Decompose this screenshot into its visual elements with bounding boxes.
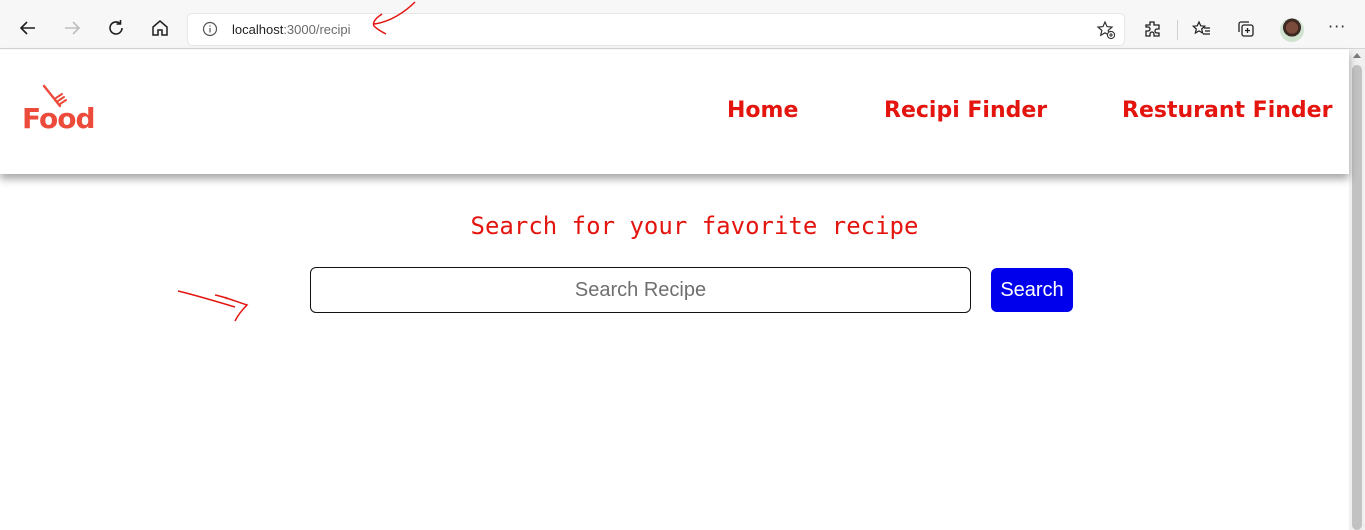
nav-home[interactable]: Home xyxy=(727,98,798,123)
annotation-arrow-input xyxy=(177,290,249,322)
info-icon[interactable] xyxy=(202,21,218,37)
forward-icon[interactable] xyxy=(58,14,86,42)
toolbar-divider xyxy=(1177,20,1178,40)
search-input[interactable] xyxy=(310,267,971,313)
nav-resturant-finder[interactable]: Resturant Finder xyxy=(1122,98,1332,123)
page-scrollbar[interactable] xyxy=(1349,49,1365,530)
address-bar[interactable]: localhost:3000/recipi xyxy=(188,14,1124,45)
back-icon[interactable] xyxy=(14,14,42,42)
scroll-thumb[interactable] xyxy=(1352,65,1362,530)
home-icon[interactable] xyxy=(146,14,174,42)
scroll-up-icon[interactable] xyxy=(1353,53,1361,58)
logo[interactable]: Food xyxy=(22,84,102,139)
more-icon[interactable]: ··· xyxy=(1328,17,1346,36)
search-button[interactable]: Search xyxy=(991,268,1073,312)
logo-text: Food xyxy=(22,102,96,135)
page-heading: Search for your favorite recipe xyxy=(470,212,919,240)
url-host: localhost xyxy=(232,22,284,37)
url-path: :3000/recipi xyxy=(283,22,351,37)
browser-toolbar: localhost:3000/recipi ··· xyxy=(0,0,1365,49)
favorite-add-icon[interactable] xyxy=(1096,20,1116,40)
app-header: Food Home Recipi Finder Resturant Finder xyxy=(0,50,1349,174)
refresh-icon[interactable] xyxy=(102,14,130,42)
extensions-icon[interactable] xyxy=(1141,17,1165,41)
collections-icon[interactable] xyxy=(1234,17,1258,41)
url-text[interactable]: localhost:3000/recipi xyxy=(232,22,351,37)
favorites-icon[interactable] xyxy=(1190,17,1214,41)
nav-recipi-finder[interactable]: Recipi Finder xyxy=(884,98,1047,123)
profile-avatar[interactable] xyxy=(1280,18,1304,42)
